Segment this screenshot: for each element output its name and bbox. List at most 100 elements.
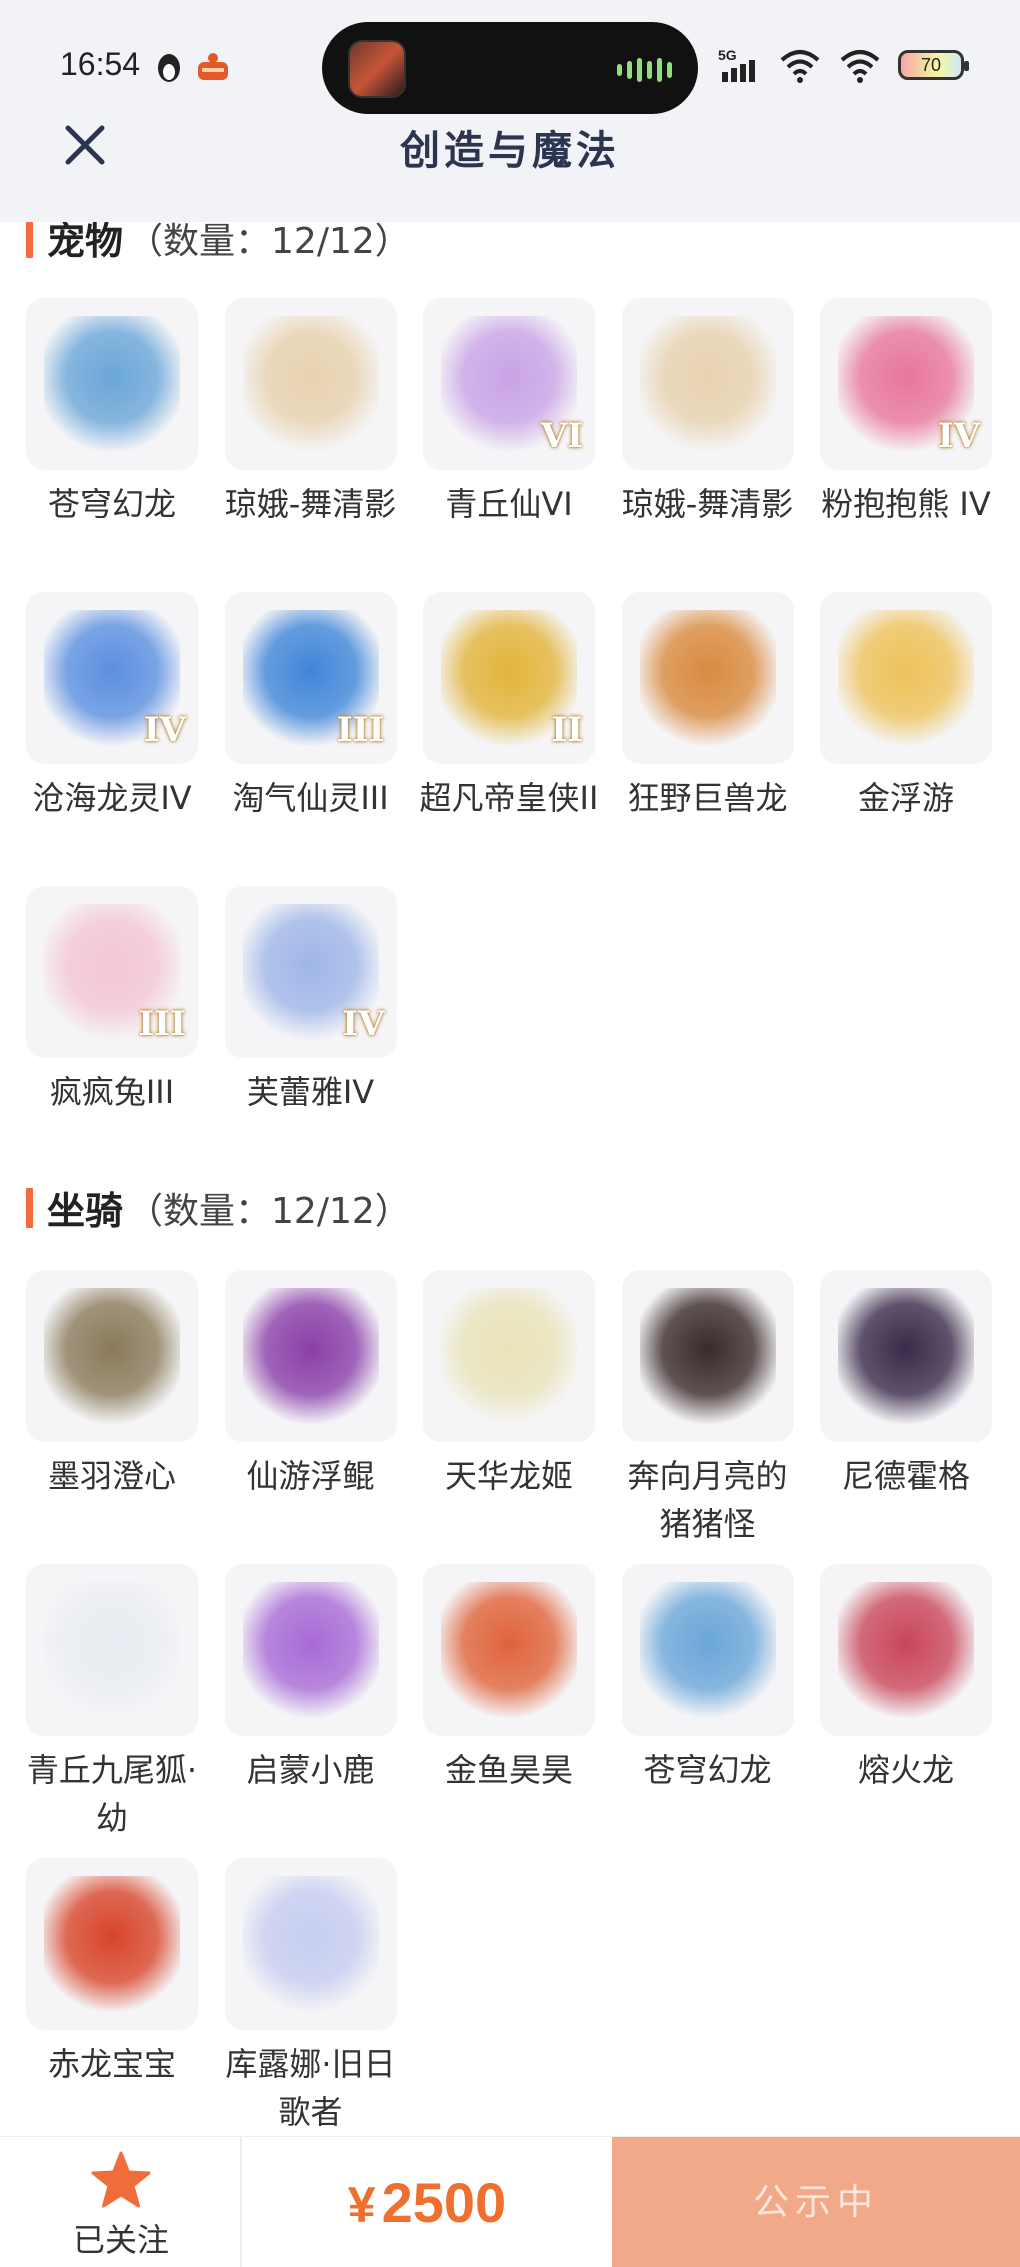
item-thumbnail (26, 298, 198, 470)
item-artwork (838, 1288, 974, 1424)
item-artwork (639, 316, 776, 452)
grid-item[interactable]: 尼德霍格 (820, 1270, 992, 1500)
item-thumbnail (621, 298, 794, 470)
item-name: 苍穹幻龙 (643, 1751, 772, 1789)
item-name: 琼娥-舞清影 (621, 485, 794, 523)
grid-item[interactable]: 苍穹幻龙 (26, 298, 198, 528)
dynamic-island[interactable] (322, 22, 698, 114)
section-label: 坐骑 (47, 1189, 124, 1233)
grid-item[interactable]: 苍穹幻龙 (621, 1564, 794, 1794)
tier-badge: III (138, 1004, 186, 1044)
item-name: 尼德霍格 (841, 1457, 970, 1495)
item-name: 赤龙宝宝 (47, 2045, 176, 2083)
item-artwork (639, 1582, 776, 1718)
item-name: 仙游浮鲲 (246, 1457, 375, 1495)
wifi-icon-secondary (840, 50, 880, 83)
tier-badge: III (336, 710, 385, 750)
item-thumbnail (224, 1564, 397, 1736)
grid-item[interactable]: 琼娥-舞清影 (621, 298, 794, 528)
battery-indicator: 70 (898, 50, 969, 80)
item-thumbnail: III (224, 592, 397, 764)
section-count: （数量：12/12） (127, 1190, 411, 1232)
media-thumbnail (348, 40, 406, 98)
item-thumbnail: II (423, 592, 595, 764)
grid-item[interactable]: 狂野巨兽龙 (621, 592, 794, 822)
grid-item[interactable]: 天华龙姬 (423, 1270, 595, 1500)
item-name: 天华龙姬 (444, 1457, 573, 1495)
item-thumbnail (621, 592, 794, 764)
item-thumbnail: IV (820, 298, 992, 470)
item-name: 青丘仙VI (445, 485, 573, 523)
item-name: 墨羽澄心 (47, 1457, 176, 1495)
follow-button[interactable]: 已关注 (0, 2137, 242, 2267)
grid-item[interactable]: 金鱼昊昊 (423, 1564, 595, 1794)
status-time: 16:54 (60, 46, 141, 82)
network-label: 5G (718, 47, 737, 63)
item-name: 疯疯兔III (49, 1073, 175, 1111)
price-display: ¥2500 (242, 2137, 612, 2267)
penguin-icon (158, 54, 180, 82)
item-thumbnail (224, 298, 397, 470)
item-name: 芙蕾雅IV (246, 1073, 375, 1111)
item-thumbnail (621, 1270, 794, 1442)
item-artwork (441, 1288, 577, 1424)
system-indicators: 5G 70 (718, 46, 969, 84)
grid-item[interactable]: 奔向月亮的猪猪怪 (621, 1270, 794, 1548)
item-name: 奔向月亮的猪猪怪 (627, 1457, 788, 1543)
item-thumbnail: IV (224, 886, 397, 1058)
grid-item[interactable]: III 疯疯兔III (26, 886, 198, 1116)
tier-badge: II (551, 710, 583, 750)
tier-badge: VI (540, 416, 583, 456)
currency-symbol: ¥ (347, 2177, 376, 2233)
grid-item[interactable]: IV 粉抱抱熊 IV (820, 298, 992, 528)
item-thumbnail (423, 1270, 595, 1442)
section-accent-bar (26, 217, 33, 258)
bottom-action-bar: 已关注 ¥2500 公示中 (0, 2136, 1020, 2267)
grid-item[interactable]: 墨羽澄心 (26, 1270, 198, 1500)
item-thumbnail (26, 1270, 198, 1442)
item-thumbnail (224, 1270, 397, 1442)
item-name: 超凡帝皇侠II (419, 779, 599, 817)
item-name: 青丘九尾狐·幼 (26, 1751, 198, 1837)
item-thumbnail (423, 1564, 595, 1736)
grid-item[interactable]: 赤龙宝宝 (26, 1858, 198, 2088)
grid-item[interactable]: 琼娥-舞清影 (224, 298, 397, 528)
grid-item[interactable]: 金浮游 (820, 592, 992, 822)
tier-badge: IV (342, 1004, 385, 1044)
section-title-mounts: 坐骑 （数量：12/12） (26, 1180, 411, 1235)
grid-item[interactable]: IV 沧海龙灵IV (26, 592, 198, 822)
tier-badge: IV (937, 416, 980, 456)
item-artwork (242, 1876, 379, 2012)
grid-item[interactable]: 熔火龙 (820, 1564, 992, 1794)
grid-item[interactable]: 青丘九尾狐·幼 (26, 1564, 198, 1842)
item-artwork (44, 1288, 180, 1424)
item-thumbnail: VI (423, 298, 595, 470)
item-name: 熔火龙 (857, 1751, 954, 1789)
tier-badge: IV (143, 710, 186, 750)
public-notice-button[interactable]: 公示中 (612, 2137, 1020, 2267)
item-thumbnail (224, 1858, 397, 2030)
wifi-icon (780, 50, 820, 83)
grid-item[interactable]: IV 芙蕾雅IV (224, 886, 397, 1116)
item-thumbnail (26, 1858, 198, 2030)
item-artwork (242, 1582, 379, 1718)
grid-item[interactable]: III 淘气仙灵III (224, 592, 397, 822)
item-name: 淘气仙灵III (232, 779, 389, 817)
item-artwork (838, 610, 974, 746)
cellular-signal-icon: 5G (718, 47, 755, 82)
grid-item[interactable]: II 超凡帝皇侠II (420, 592, 598, 822)
item-name: 金鱼昊昊 (444, 1751, 573, 1789)
item-thumbnail (621, 1564, 794, 1736)
item-artwork (44, 1582, 180, 1718)
grid-item[interactable]: 启蒙小鹿 (224, 1564, 397, 1794)
grid-item[interactable]: 库露娜·旧日歌者 (224, 1858, 397, 2136)
top-bar: 16:54 5G 70 创造与魔法 (0, 0, 1020, 222)
item-artwork (639, 1288, 776, 1424)
page-title: 创造与魔法 (400, 127, 620, 174)
item-artwork (242, 316, 379, 452)
item-name: 狂野巨兽龙 (627, 779, 788, 817)
grid-item[interactable]: VI 青丘仙VI (423, 298, 595, 528)
grid-item[interactable]: 仙游浮鲲 (224, 1270, 397, 1500)
section-accent-bar (26, 1187, 33, 1228)
item-name: 粉抱抱熊 IV (821, 485, 991, 523)
